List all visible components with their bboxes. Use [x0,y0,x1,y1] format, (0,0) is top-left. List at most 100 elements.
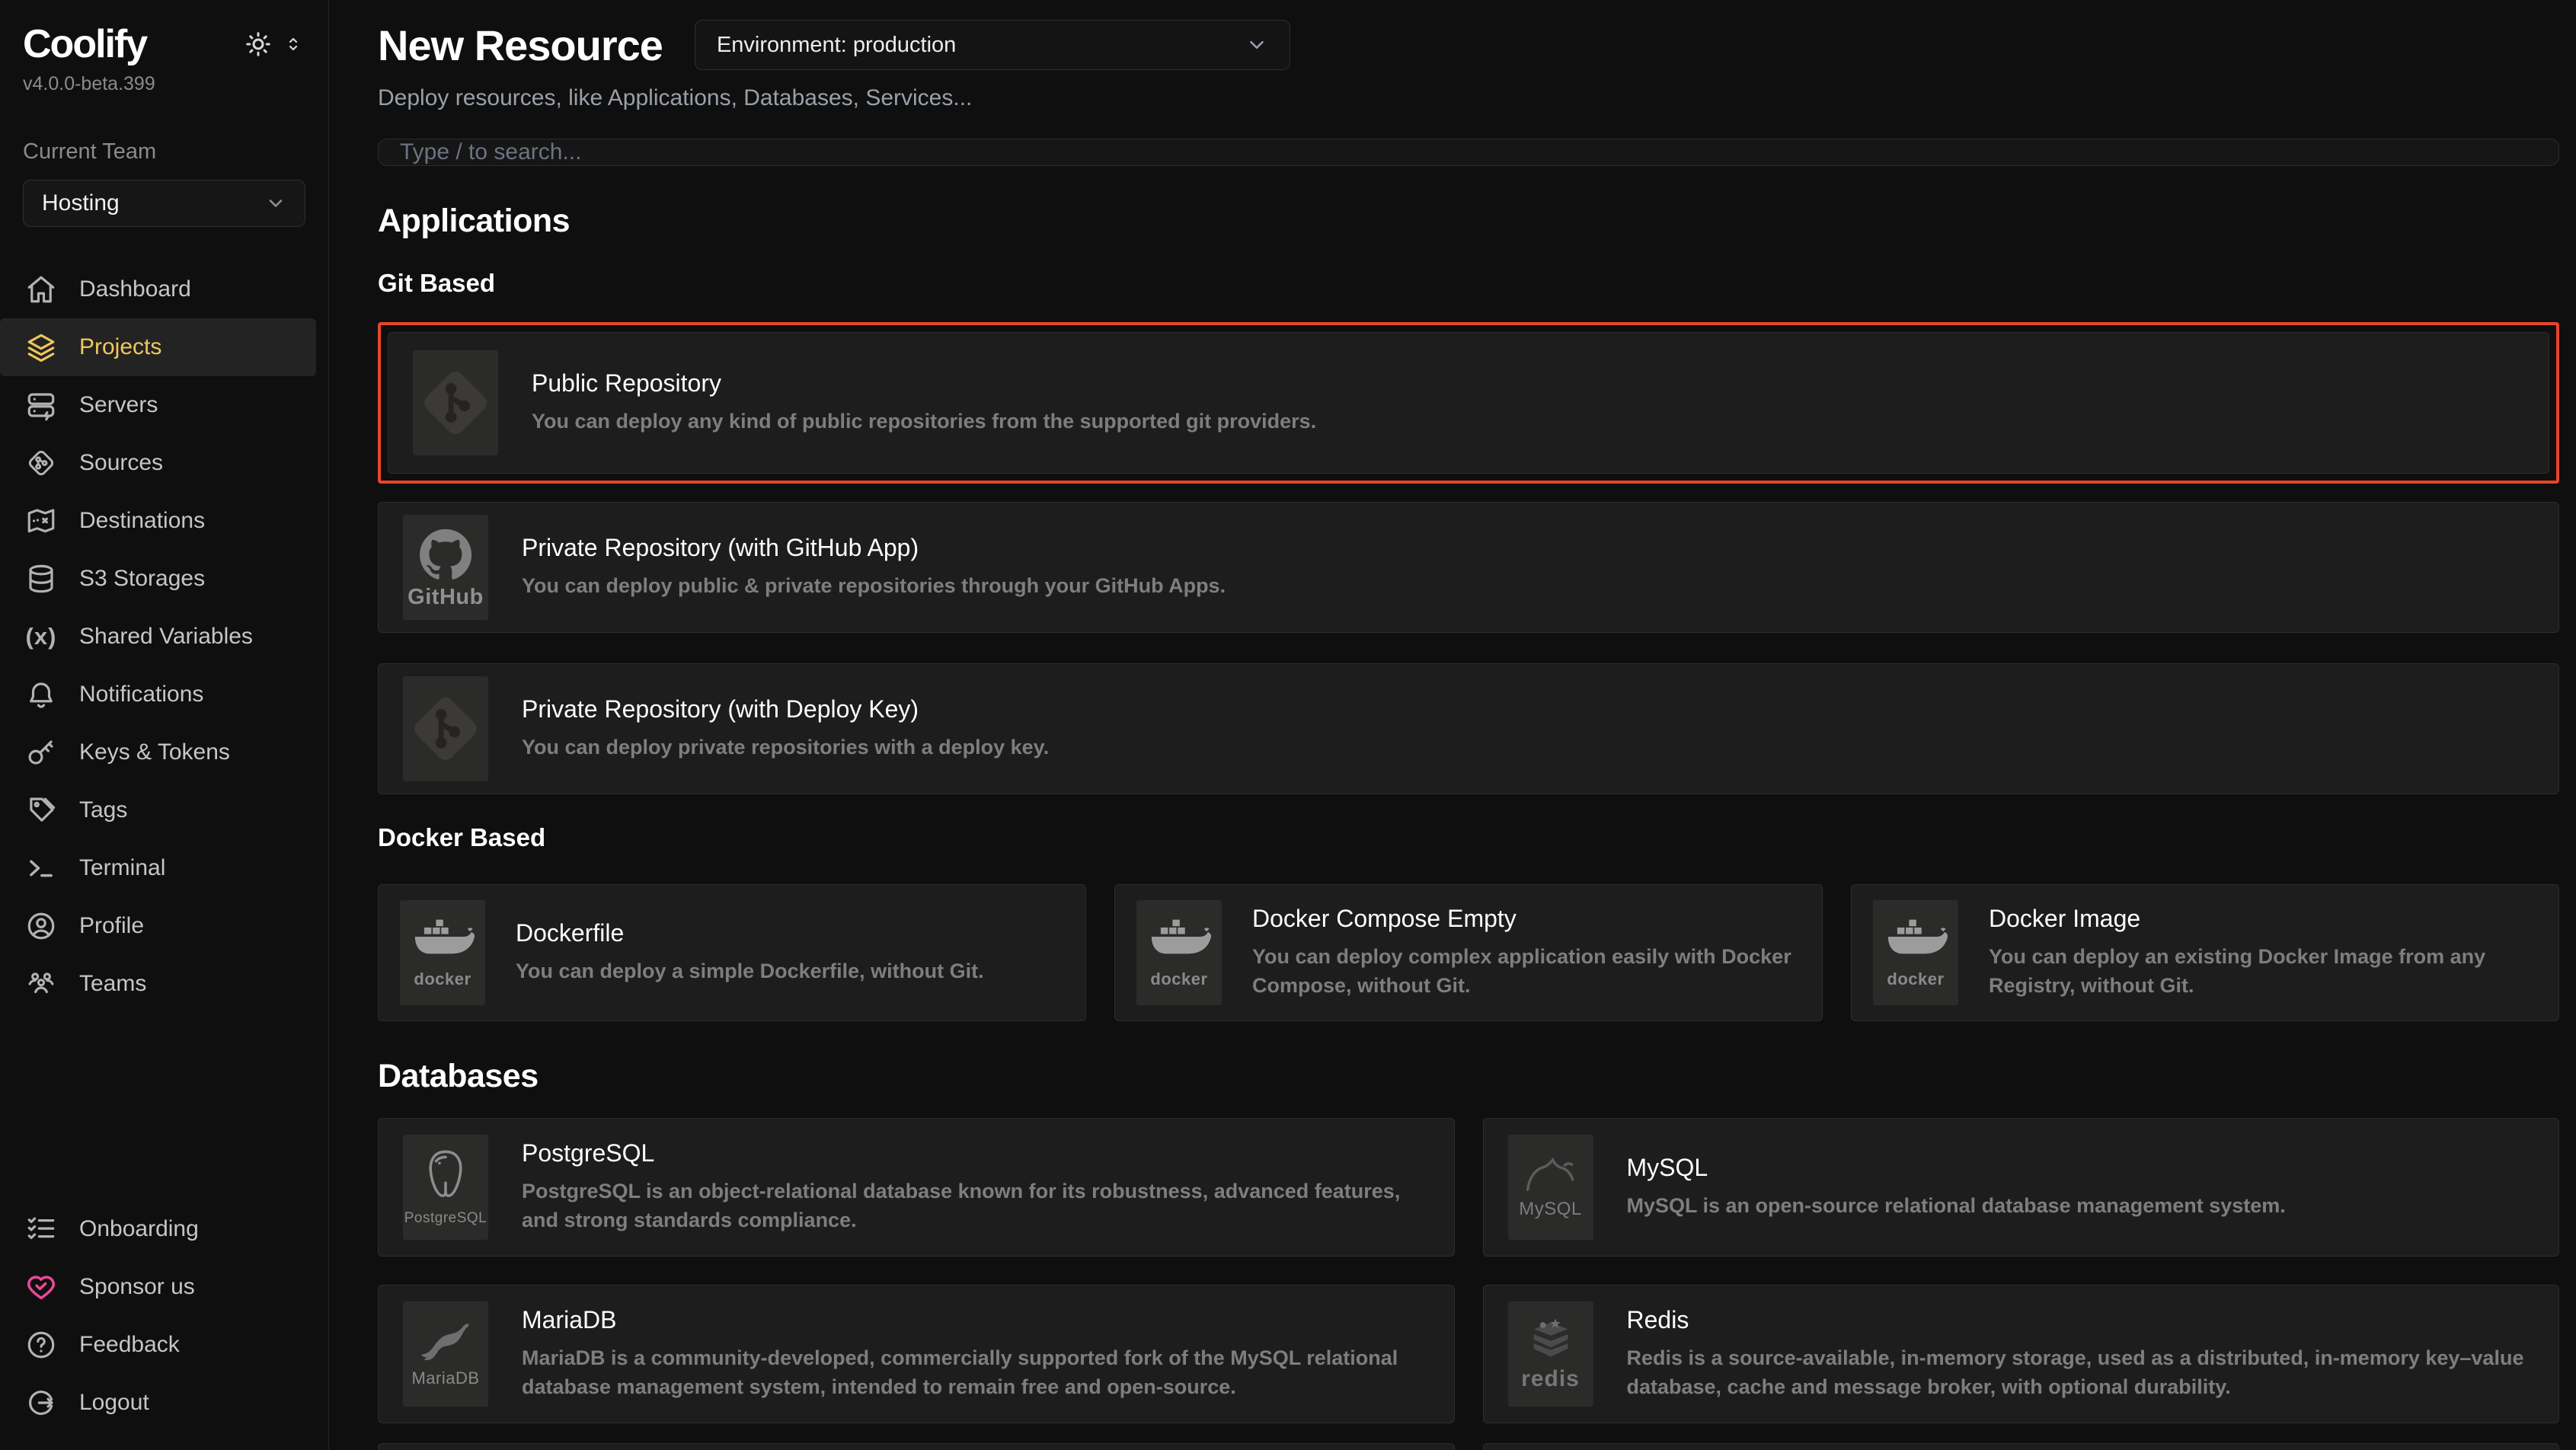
team-select[interactable]: Hosting [23,180,305,227]
page-title: New Resource [378,21,663,70]
sidebar-item-tags[interactable]: Tags [0,781,316,839]
sidebar-item-shared-variables[interactable]: (x) Shared Variables [0,608,316,666]
app-version: v4.0.0-beta.399 [23,73,305,95]
card-description: MySQL is an open-source relational datab… [1627,1192,2286,1221]
git-icon [413,350,498,455]
sidebar-item-profile[interactable]: Profile [0,897,316,955]
card-dockerfile[interactable]: docker Dockerfile You can deploy a simpl… [378,884,1086,1021]
databases-heading: Databases [378,1058,2559,1095]
tag-icon [24,794,58,827]
docker-wordmark: docker [414,969,471,989]
card-docker-image[interactable]: docker Docker Image You can deploy an ex… [1851,884,2559,1021]
sidebar-item-label: S3 Storages [79,566,205,592]
card-private-repository-deploy-key[interactable]: Private Repository (with Deploy Key) You… [378,663,2559,794]
card-mariadb[interactable]: MariaDB MariaDB MariaDB is a community-d… [378,1285,1455,1423]
docker-icon: docker [1136,900,1222,1005]
card-public-repository[interactable]: Public Repository You can deploy any kin… [388,332,2549,474]
sidebar-item-destinations[interactable]: Destinations [0,492,316,550]
sidebar-item-s3-storages[interactable]: S3 Storages [0,550,316,608]
docker-icon: docker [400,900,485,1005]
card-mysql[interactable]: MySQL MySQL MySQL is an open-source rela… [1483,1118,2560,1257]
redis-icon: redis [1508,1301,1593,1407]
sidebar-item-projects[interactable]: Projects [0,318,316,376]
card-title: PostgreSQL [522,1139,1430,1167]
docker-based-heading: Docker Based [378,823,2559,852]
docker-icon: docker [1873,900,1958,1005]
sidebar-item-label: Projects [79,334,161,360]
theme-select-chevrons-icon[interactable] [284,35,302,53]
card-description: Redis is a source-available, in-memory s… [1627,1344,2535,1402]
database-icon [24,562,58,596]
users-icon [24,967,58,1001]
card-description: MariaDB is a community-developed, commer… [522,1344,1430,1402]
home-icon [24,273,58,306]
docker-cards-row: docker Dockerfile You can deploy a simpl… [378,884,2559,1021]
main-content: New Resource Environment: production Dep… [329,0,2576,1450]
applications-heading: Applications [378,203,2559,240]
theme-toggle-sun-icon[interactable] [244,30,272,58]
logout-icon [24,1386,58,1420]
sidebar-item-sponsor-us[interactable]: Sponsor us [0,1258,316,1316]
card-description: You can deploy public & private reposito… [522,572,1226,601]
sidebar-item-teams[interactable]: Teams [0,955,316,1013]
checklist-icon [24,1212,58,1246]
environment-select-value: Environment: production [717,33,956,58]
server-icon [24,388,58,422]
page-subtitle: Deploy resources, like Applications, Dat… [378,85,2559,111]
mysql-icon: MySQL [1508,1135,1593,1240]
postgresql-icon: PostgreSQL [403,1135,488,1240]
card-docker-compose-empty[interactable]: docker Docker Compose Empty You can depl… [1114,884,1823,1021]
card-title: Docker Image [1989,905,2537,933]
docker-wordmark: docker [1150,969,1207,989]
key-icon [24,736,58,769]
terminal-icon [24,851,58,885]
card-private-repository-github-app[interactable]: GitHub Private Repository (with GitHub A… [378,502,2559,633]
current-team-label: Current Team [23,139,305,164]
partial-card[interactable] [1483,1443,2560,1450]
github-icon: GitHub [403,515,488,620]
card-description: PostgreSQL is an object-relational datab… [522,1177,1430,1235]
card-description: You can deploy an existing Docker Image … [1989,943,2537,1001]
search-input[interactable] [400,139,2537,165]
sidebar-item-label: Destinations [79,508,205,534]
databases-cards-row-2: MariaDB MariaDB MariaDB is a community-d… [378,1285,2559,1423]
sidebar-nav: Dashboard Projects Servers Sources [0,260,328,1013]
git-source-icon [24,446,58,480]
github-wordmark: GitHub [407,585,484,610]
chevron-down-icon [1245,34,1268,56]
sidebar-item-label: Sponsor us [79,1274,195,1300]
highlight-outline: Public Repository You can deploy any kin… [378,322,2559,484]
app-logo: Coolify [23,23,146,65]
mysql-wordmark: MySQL [1519,1199,1582,1220]
sidebar-item-keys-tokens[interactable]: Keys & Tokens [0,723,316,781]
card-title: MariaDB [522,1306,1430,1334]
environment-select[interactable]: Environment: production [695,20,1290,70]
sidebar: Coolify v4.0.0-beta.399 [0,0,329,1450]
sidebar-item-notifications[interactable]: Notifications [0,666,316,723]
sidebar-item-label: Terminal [79,855,165,881]
card-redis[interactable]: redis Redis Redis is a source-available,… [1483,1285,2560,1423]
layers-icon [24,331,58,364]
card-postgresql[interactable]: PostgreSQL PostgreSQL PostgreSQL is an o… [378,1118,1455,1257]
sidebar-item-dashboard[interactable]: Dashboard [0,260,316,318]
sidebar-item-terminal[interactable]: Terminal [0,839,316,897]
partial-card[interactable] [378,1443,1455,1450]
postgresql-wordmark: PostgreSQL [404,1210,487,1227]
parentheses-x-icon: (x) [24,620,58,653]
card-description: You can deploy any kind of public reposi… [532,407,1316,436]
heart-icon [24,1270,58,1304]
redis-wordmark: redis [1521,1366,1580,1392]
sidebar-item-sources[interactable]: Sources [0,434,316,492]
sidebar-item-logout[interactable]: Logout [0,1374,316,1432]
databases-cards-row-3-partial [378,1443,2559,1450]
sidebar-item-label: Servers [79,392,158,418]
card-title: Dockerfile [516,919,984,947]
mariadb-wordmark: MariaDB [411,1369,479,1388]
sidebar-item-servers[interactable]: Servers [0,376,316,434]
sidebar-item-feedback[interactable]: Feedback [0,1316,316,1374]
sidebar-item-label: Tags [79,797,127,823]
sidebar-item-onboarding[interactable]: Onboarding [0,1200,316,1258]
sidebar-item-label: Keys & Tokens [79,739,230,765]
git-icon [403,676,488,781]
card-title: Docker Compose Empty [1252,905,1801,933]
